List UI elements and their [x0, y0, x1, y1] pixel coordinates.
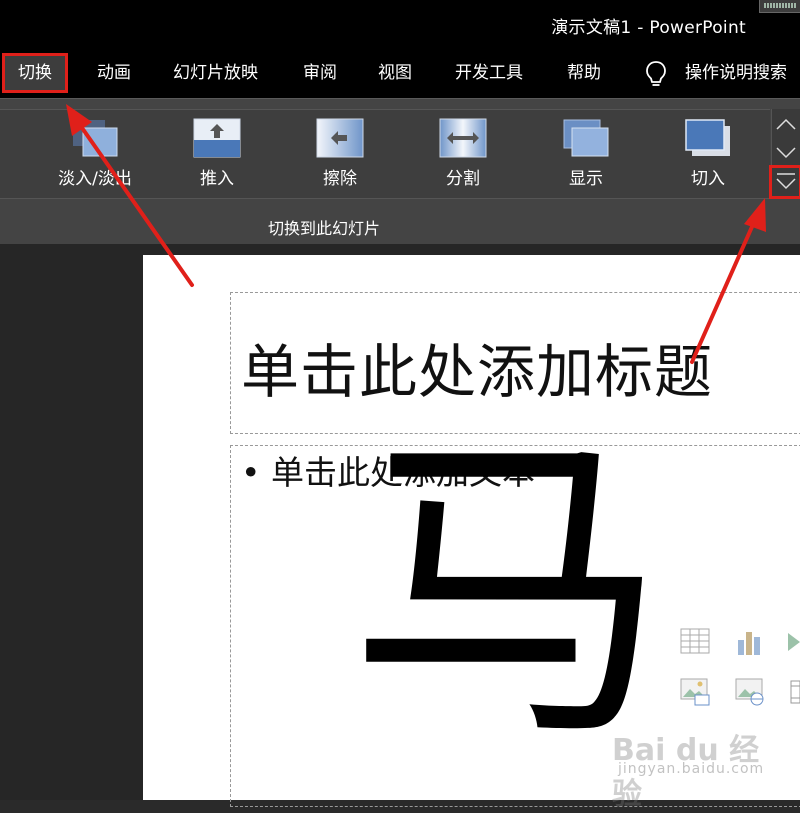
effect-push[interactable]: 推入	[172, 118, 262, 198]
slide-workspace: 单击此处添加标题 • 单击此处添加文本 马	[0, 244, 800, 807]
effect-split[interactable]: 分割	[418, 118, 508, 198]
gallery-more-button[interactable]	[769, 165, 800, 199]
overlay-character: 马	[348, 407, 668, 779]
gallery-scroll-down-button[interactable]	[771, 141, 800, 167]
insert-picture-icon[interactable]	[680, 678, 710, 706]
tab-view[interactable]: 视图	[378, 56, 412, 90]
tab-review[interactable]: 审阅	[303, 56, 337, 90]
insert-video-icon[interactable]	[790, 680, 800, 704]
fade-icon	[71, 118, 119, 158]
insert-chart-icon[interactable]	[735, 628, 763, 656]
effect-label: 淡入/淡出	[58, 169, 132, 189]
chevron-up-icon	[776, 118, 796, 130]
cut-icon	[684, 118, 732, 158]
effect-label: 显示	[569, 169, 603, 189]
battery-icon	[759, 0, 800, 13]
tab-help[interactable]: 帮助	[567, 56, 601, 90]
gallery-scroll-up-button[interactable]	[771, 109, 800, 141]
effect-fade[interactable]: 淡入/淡出	[50, 118, 140, 198]
wipe-icon	[316, 118, 364, 158]
insert-content-icons	[680, 628, 800, 728]
effect-label: 切入	[691, 169, 725, 189]
effect-wipe[interactable]: 擦除	[295, 118, 385, 198]
effect-label: 擦除	[323, 169, 357, 189]
effect-cut[interactable]: 切入	[663, 118, 753, 198]
insert-smartart-icon[interactable]	[788, 631, 800, 653]
reveal-icon	[562, 118, 610, 158]
lightbulb-icon[interactable]	[645, 60, 667, 90]
effect-label: 分割	[446, 169, 480, 189]
window-title: 演示文稿1 - PowerPoint	[551, 18, 746, 38]
insert-table-icon[interactable]	[680, 628, 710, 654]
split-icon	[439, 118, 487, 158]
transition-gallery: 淡入/淡出 推入 擦除 分割 显示 切入	[0, 109, 770, 199]
slide-canvas[interactable]: 单击此处添加标题 • 单击此处添加文本 马	[143, 255, 800, 807]
ribbon-group-label: 切换到此幻灯片	[268, 219, 381, 238]
tab-developer[interactable]: 开发工具	[455, 56, 523, 90]
tab-animations[interactable]: 动画	[97, 56, 131, 90]
push-icon	[193, 118, 241, 158]
title-bar: 演示文稿1 - PowerPoint	[0, 0, 800, 46]
insert-online-picture-icon[interactable]	[735, 678, 765, 706]
tab-slideshow[interactable]: 幻灯片放映	[173, 56, 258, 90]
effect-label: 推入	[200, 169, 234, 189]
more-dropdown-icon	[776, 173, 796, 190]
title-placeholder-text: 单击此处添加标题	[241, 338, 714, 406]
ribbon: 淡入/淡出 推入 擦除 分割 显示 切入 切换到此幻灯片	[0, 98, 800, 245]
tell-me-search[interactable]: 操作说明搜索	[685, 56, 787, 90]
menu-bar: 切换 动画 幻灯片放映 审阅 视图 开发工具 帮助 操作说明搜索	[0, 46, 800, 98]
tab-transitions[interactable]: 切换	[2, 53, 68, 93]
effect-reveal[interactable]: 显示	[541, 118, 631, 198]
chevron-down-icon	[776, 147, 796, 159]
